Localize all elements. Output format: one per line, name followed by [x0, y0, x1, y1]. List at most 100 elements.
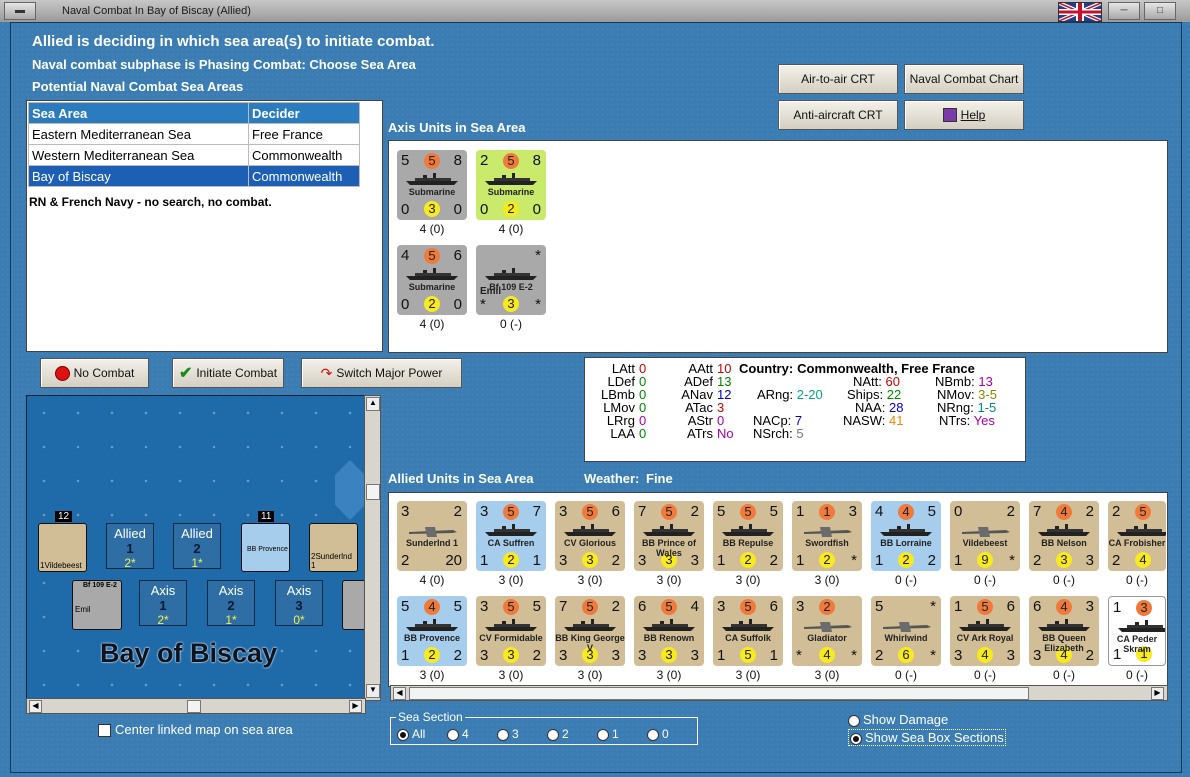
unit-value: 3 [559, 552, 568, 569]
unit-counter[interactable]: 6 4 3 3 4 2 BB Queen Elizabeth [1029, 596, 1099, 666]
no-entry-icon [54, 365, 70, 381]
unit-counter[interactable]: 4 4 5 1 2 2 BB Lorraine [871, 501, 941, 571]
map-unit-counter[interactable]: 1Vildebeest [38, 523, 87, 572]
show-damage-radio[interactable] [848, 714, 860, 727]
restore-button[interactable]: □ [1144, 2, 1176, 20]
sea-box[interactable]: Axis 1 2* [139, 580, 187, 627]
table-row[interactable]: Western Mediterranean Sea Commonwealth [28, 144, 360, 166]
scroll-right-arrow-icon[interactable]: ▶ [1151, 687, 1164, 700]
sea-area-header[interactable]: Sea Area [28, 102, 249, 124]
unit-counter[interactable]: 5 * 2 6 * Whirlwind [871, 596, 941, 666]
scroll-thumb[interactable] [187, 700, 201, 713]
unit-counter[interactable]: 6 5 4 3 3 3 BB Renown [634, 596, 704, 666]
unit-counter[interactable]: 3 5 6 3 3 2 CV Glorious [555, 501, 625, 571]
decider-header[interactable]: Decider [248, 102, 360, 124]
unit-counter[interactable]: 1 1 3 1 2 * Swordfish [792, 501, 862, 571]
unit-counter[interactable]: 3 2 * 4 * Gladiator [792, 596, 862, 666]
unit-status: 0 (-) [974, 573, 996, 587]
unit-value: 4 [1135, 552, 1151, 568]
show-damage-option[interactable]: Show Damage [848, 712, 948, 727]
show-sea-box-option[interactable]: Show Sea Box Sections [848, 729, 1006, 746]
unit-counter[interactable]: 5 4 5 1 2 2 BB Provence [397, 596, 467, 666]
sea-section-radio[interactable] [647, 728, 659, 741]
sea-section-option[interactable]: 1 [597, 727, 619, 741]
unit-counter[interactable]: 1 5 6 3 4 3 CV Ark Royal [950, 596, 1020, 666]
unit-counter[interactable]: * * 3 * Bf 109 E-2 [476, 245, 546, 315]
no-combat-button[interactable]: No Combat [40, 358, 149, 388]
naval-combat-chart-button[interactable]: Naval Combat Chart [904, 64, 1024, 94]
air-to-air-crt-button[interactable]: Air-to-air CRT [778, 64, 898, 94]
switch-major-power-button[interactable]: ↷ Switch Major Power [301, 358, 462, 388]
initiate-combat-button[interactable]: ✔ Initiate Combat [172, 358, 284, 388]
table-row[interactable]: Eastern Mediterranean Sea Free France [28, 123, 360, 145]
sea-section-option[interactable]: 3 [497, 727, 519, 741]
scroll-up-arrow-icon[interactable]: ▲ [366, 397, 380, 411]
map-horizontal-scrollbar[interactable]: ◀ ▶ [26, 698, 366, 714]
unit-value: 5 [740, 599, 756, 615]
scroll-right-arrow-icon[interactable]: ▶ [349, 700, 362, 713]
unit-counter[interactable]: 7 5 2 3 3 3 BB King George V [555, 596, 625, 666]
stat-label: NASW: [843, 413, 889, 428]
unit-counter[interactable]: 0 2 1 9 * Vildebeest [950, 501, 1020, 571]
sea-section-option-label: 2 [562, 727, 569, 741]
sea-section-radio[interactable] [597, 728, 609, 741]
sea-section-radio[interactable] [497, 728, 509, 741]
anti-aircraft-crt-button[interactable]: Anti-aircraft CRT [778, 100, 898, 130]
sea-section-radio[interactable] [397, 728, 409, 741]
map-vertical-scrollbar[interactable]: ▲ ▼ [364, 395, 381, 701]
table-row-selected[interactable]: Bay of Biscay Commonwealth [28, 165, 360, 187]
map-unit-counter[interactable] [342, 580, 366, 630]
unit-counter[interactable]: 4 5 6 0 2 0 Submarine [397, 245, 467, 315]
unit-value: 1 [954, 552, 963, 569]
center-map-checkbox-row[interactable]: Center linked map on sea area [98, 722, 293, 738]
unit-counter[interactable]: 7 5 2 3 3 3 BB Prince of Wales [634, 501, 704, 571]
map-unit-counter[interactable]: BB Provence [241, 523, 290, 572]
sea-box[interactable]: Allied 1 2* [106, 523, 154, 570]
unit-counter[interactable]: 3 5 6 1 5 1 CA Suffolk [713, 596, 783, 666]
unit-value: 3 [1056, 552, 1072, 568]
unit-counter[interactable]: 2 5 8 0 2 0 Submarine [476, 150, 546, 220]
help-button[interactable]: Help [904, 100, 1024, 130]
unit-counter[interactable]: 5 5 5 1 2 2 BB Repulse [713, 501, 783, 571]
sea-box[interactable]: Axis 3 0* [275, 580, 323, 627]
map-unit-counter[interactable]: 2Sunderlnd 1 [309, 523, 358, 572]
sea-section-radio[interactable] [547, 728, 559, 741]
stats-panel: LAtt 0 LDef 0 LBmb 0 LMov 0 LRrg 0 LAA 0 AAtt 10 ADef 1… [584, 357, 1026, 462]
map-unit-counter[interactable]: Bf 109 E-2 Emil [72, 580, 122, 630]
allied-horizontal-scrollbar[interactable]: ◀ ▶ [390, 685, 1168, 701]
scroll-thumb[interactable] [366, 484, 380, 500]
scroll-thumb[interactable] [409, 687, 1029, 700]
sea-box-c: 2* [157, 613, 169, 627]
show-sea-box-radio[interactable] [850, 732, 862, 745]
sea-section-option[interactable]: 2 [547, 727, 569, 741]
scroll-left-arrow-icon[interactable]: ◀ [29, 700, 42, 713]
sea-section-option[interactable]: All [397, 727, 425, 741]
unit-value: 0 [453, 201, 462, 218]
unit-value: 1 [401, 647, 410, 664]
unit-counter[interactable]: 1 3 1 1 CA Peder Skram [1108, 596, 1166, 666]
unit-value: 1 [875, 552, 884, 569]
sea-section-radio[interactable] [447, 728, 459, 741]
sea-section-option[interactable]: 4 [447, 727, 469, 741]
unit-counter[interactable]: 5 5 8 0 3 0 Submarine [397, 150, 467, 220]
sea-box[interactable]: Axis 2 1* [207, 580, 255, 627]
scroll-left-arrow-icon[interactable]: ◀ [393, 687, 406, 700]
stat-row: ARng: 2-20 [757, 387, 823, 402]
unit-counter[interactable]: 3 5 5 3 3 2 CV Formidable [476, 596, 546, 666]
unit-counter[interactable]: 3 5 7 1 2 1 CA Suffren [476, 501, 546, 571]
sea-box-c: 2* [124, 556, 136, 570]
sea-section-option[interactable]: 0 [647, 727, 669, 741]
minimize-button[interactable]: ─ [1108, 2, 1140, 20]
scroll-down-arrow-icon[interactable]: ▼ [366, 684, 380, 698]
unit-name: CA Suffolk [725, 633, 771, 643]
sea-box[interactable]: Allied 2 1* [173, 523, 221, 570]
unit-counter[interactable]: 7 4 2 2 3 3 BB Nelson [1029, 501, 1099, 571]
unit-counter[interactable]: 3 2 2 20 Sunderlnd 1 [397, 501, 467, 571]
unit-value: 6 [769, 598, 778, 615]
ship-icon [484, 172, 538, 186]
sea-area-cell: Western Mediterranean Sea [28, 144, 249, 166]
ship-icon [405, 172, 459, 186]
system-menu-button[interactable]: ▬ [4, 2, 36, 20]
center-map-checkbox[interactable] [98, 724, 111, 738]
unit-counter[interactable]: 2 5 2 4 CA Frobisher [1108, 501, 1166, 571]
